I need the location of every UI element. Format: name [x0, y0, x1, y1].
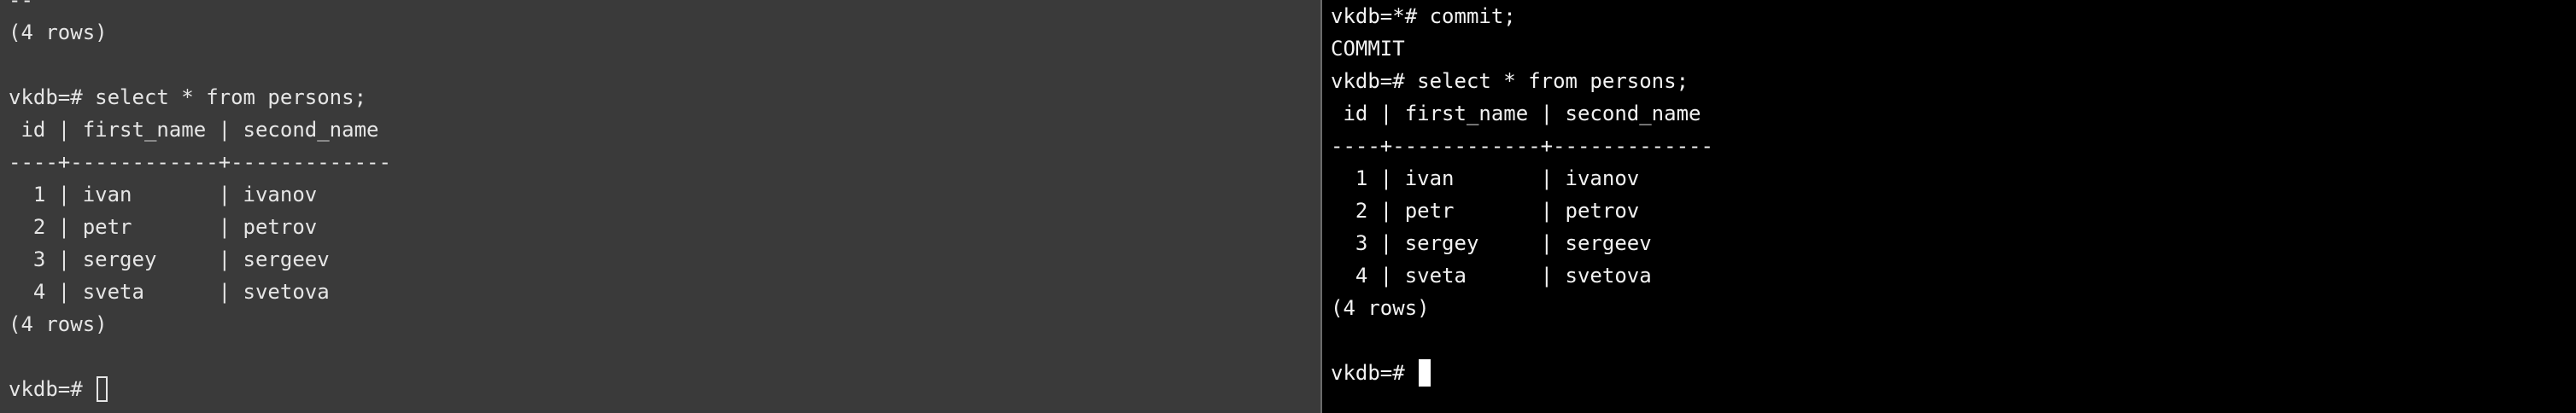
right-line	[1331, 324, 1713, 357]
right-line: (4 rows)	[1331, 296, 1430, 320]
left-terminal-output: -- (4 rows) vkdb=# select * from persons…	[9, 0, 391, 405]
right-line: vkdb=# select * from persons;	[1331, 69, 1689, 93]
right-line: 4 | sveta | svetova	[1331, 264, 1652, 288]
right-cursor	[1419, 359, 1431, 387]
left-line	[9, 49, 391, 81]
right-line: id | first_name | second_name	[1331, 102, 1701, 125]
left-line: 3 | sergey | sergeev	[9, 247, 330, 271]
terminal-split-view: -- (4 rows) vkdb=# select * from persons…	[0, 0, 2576, 413]
right-line: 2 | petr | petrov	[1331, 199, 1640, 223]
right-terminal-output: vkdb=*# commit; COMMIT vkdb=# select * f…	[1331, 0, 1713, 389]
left-top-partial-line: --	[9, 0, 33, 12]
right-line: 3 | sergey | sergeev	[1331, 231, 1652, 255]
right-line: COMMIT	[1331, 37, 1405, 61]
right-prompt-line[interactable]: vkdb=#	[1331, 357, 1713, 389]
left-line: vkdb=# select * from persons;	[9, 85, 367, 109]
left-prompt: vkdb=#	[9, 377, 96, 401]
left-line: 4 | sveta | svetova	[9, 280, 330, 304]
left-line	[9, 340, 391, 373]
right-terminal-pane[interactable]: vkdb=*# commit; COMMIT vkdb=# select * f…	[1322, 0, 2576, 413]
left-line: (4 rows)	[9, 312, 108, 336]
left-line: id | first_name | second_name	[9, 118, 379, 142]
left-cursor	[97, 376, 108, 402]
right-line: 1 | ivan | ivanov	[1331, 166, 1640, 190]
left-prompt-line[interactable]: vkdb=#	[9, 373, 391, 405]
left-line: 1 | ivan | ivanov	[9, 183, 318, 206]
left-terminal-pane[interactable]: -- (4 rows) vkdb=# select * from persons…	[0, 0, 1320, 413]
right-line: ----+------------+-------------	[1331, 134, 1713, 158]
right-line: vkdb=*# commit;	[1331, 4, 1516, 28]
right-prompt: vkdb=#	[1331, 361, 1418, 385]
left-line: 2 | petr | petrov	[9, 215, 318, 239]
left-line: (4 rows)	[9, 20, 108, 44]
left-line: ----+------------+-------------	[9, 150, 391, 174]
